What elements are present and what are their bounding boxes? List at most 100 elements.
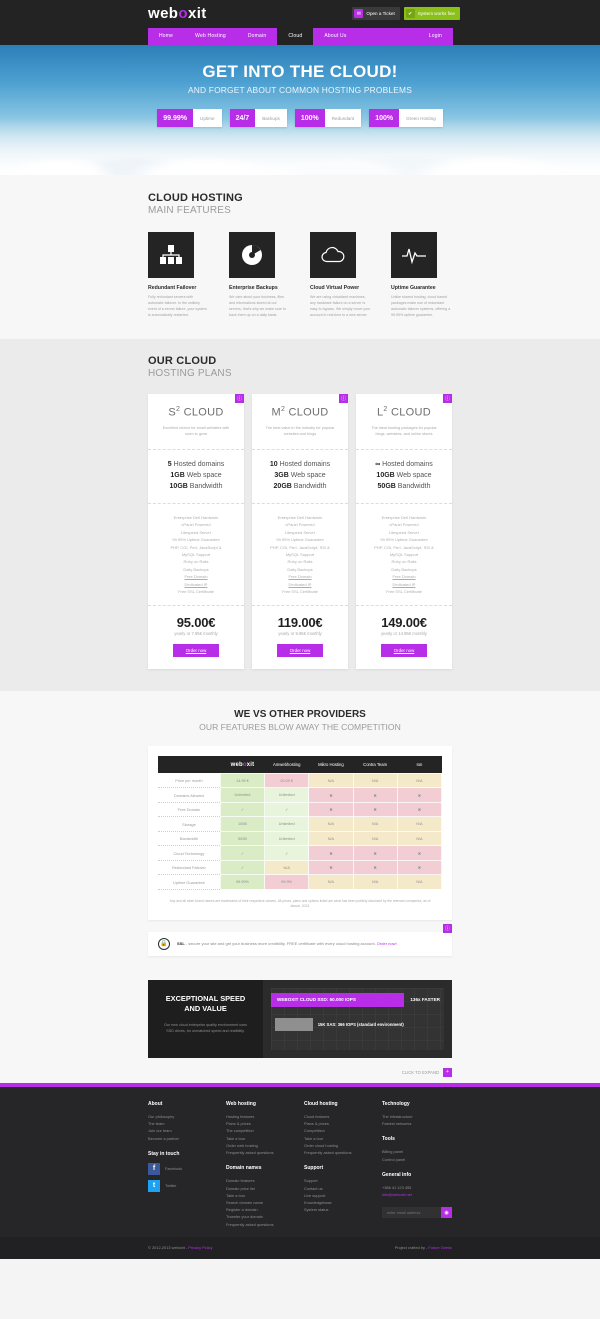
table-row: Uptime Guarantee 99.99% 99.9% N/A N/A N/A [158, 874, 443, 890]
system-status-button[interactable]: ✔ System works fine [403, 7, 460, 20]
nav-item-web-hosting[interactable]: Web Hosting [184, 28, 237, 45]
nav-item-home[interactable]: Home [148, 28, 184, 45]
footer-link[interactable]: Order cloud hosting [304, 1142, 366, 1149]
footer-link[interactable]: Billing panel [382, 1148, 452, 1155]
envelope-icon: ✉ [354, 9, 364, 18]
table-cell: ✓ [219, 801, 266, 818]
footer-link[interactable]: The infrastructure [382, 1113, 452, 1120]
row-label: Storage [158, 816, 221, 832]
footer-link[interactable]: Frequently asked questions [226, 1149, 288, 1156]
nav-item-login[interactable]: Login [418, 28, 453, 45]
open-ticket-label: Open a Ticket [366, 11, 395, 16]
footer-link[interactable]: Register a domain [226, 1206, 288, 1213]
footer-link[interactable]: Plans & prices [304, 1120, 366, 1127]
table-cell: N/A [396, 816, 443, 832]
footer-link[interactable]: Support [304, 1177, 366, 1184]
badge-green-hosting: 100% Green Hosting [369, 109, 443, 127]
footer-link[interactable]: System status [304, 1206, 366, 1213]
click-to-expand[interactable]: CLICK TO EXPAND + [148, 1058, 452, 1083]
footer-links-support: Support Contact us Live support Knowledgeba… [304, 1177, 366, 1213]
feature-cloud-virtual-power: Cloud Virtual Power We are using virtual… [310, 232, 371, 319]
footer-link[interactable]: The competition [226, 1127, 288, 1134]
top-bar: weboxit ✉ Open a Ticket ✔ System works f… [0, 0, 600, 28]
badge-value: 100% [369, 109, 400, 127]
lock-icon: 🔒 [158, 937, 170, 950]
table-cell: 500B [219, 830, 266, 847]
twitter-icon: t [148, 1179, 160, 1192]
order-now-button[interactable]: Order now [380, 644, 428, 658]
speed-panel: EXCEPTIONAL SPEED AND VALUE Our new cloud… [148, 979, 452, 1058]
features-title: CLOUD HOSTING [148, 192, 243, 204]
footer-link[interactable]: The team [148, 1120, 210, 1127]
table-cell: N/A [352, 830, 398, 847]
hero-subtitle: AND FORGET ABOUT COMMON HOSTING PROBLEMS [187, 85, 413, 95]
feature-title: Redundant Failover [148, 285, 197, 291]
footer-link[interactable]: Live support [304, 1192, 366, 1199]
info-icon[interactable]: ⓘ [235, 393, 244, 403]
row-label: Bandwidth [158, 831, 221, 847]
footer-link[interactable]: Join our team [148, 1127, 210, 1134]
footer-link[interactable]: Domain price list [226, 1185, 288, 1192]
nav-bar: Home Web Hosting Domain Cloud About Us L… [0, 28, 600, 45]
comparison-col-ion: Ion [397, 756, 442, 774]
bar-ssd: WEBOXIT CLOUD SSD: 50.000 IOPS [271, 992, 405, 1007]
footer-link[interactable]: Frequently asked questions [226, 1221, 288, 1228]
footer-link[interactable]: Knowledgebase [304, 1199, 366, 1206]
footer-heading-domain-names: Domain names [226, 1165, 262, 1172]
nav-item-cloud[interactable]: Cloud [277, 28, 314, 45]
order-now-button[interactable]: Order now [276, 644, 324, 658]
footer-link[interactable]: Our philosophy [148, 1113, 210, 1120]
plan-description: Excellent choice for small websites with… [162, 426, 230, 437]
footer-link[interactable]: Take a tour [226, 1135, 288, 1142]
footer-heading-stay-in-touch: Stay in touch [148, 1150, 180, 1157]
social-twitter[interactable]: t Twitter [148, 1179, 210, 1192]
logo-text-o: o [178, 5, 188, 22]
footer-link[interactable]: Take a tour [304, 1135, 366, 1142]
footer-link[interactable]: Competition [304, 1127, 366, 1134]
social-facebook[interactable]: f Facebook [148, 1162, 210, 1175]
newsletter-submit-button[interactable]: ◉ [441, 1207, 452, 1219]
order-now-button[interactable]: Order now [172, 644, 220, 658]
ssl-order-link[interactable]: Order now! [377, 941, 397, 946]
nav-item-about-us[interactable]: About Us [313, 28, 357, 45]
footer-link[interactable]: Plans & prices [226, 1120, 288, 1127]
footer-link[interactable]: Contact us [304, 1185, 366, 1192]
footer-link[interactable]: Domain features [226, 1177, 288, 1184]
row-label: Cloud Technology [158, 845, 221, 861]
info-icon[interactable]: ⓘ [339, 393, 348, 403]
site-logo[interactable]: weboxit [148, 5, 207, 22]
footer-link[interactable]: Order web hosting [226, 1142, 288, 1149]
bar-sas [275, 1017, 314, 1031]
footer-link[interactable]: Transfer your domain [226, 1213, 288, 1220]
feature-uptime-guarantee: Uptime Guarantee Unlike shared hosting, … [391, 232, 452, 319]
open-ticket-button[interactable]: ✉ Open a Ticket [352, 7, 400, 20]
table-cell: N/A [396, 830, 443, 847]
comparison-section: WE VS OTHER PROVIDERS OUR FEATURES BLOW … [0, 691, 600, 974]
privacy-policy-link[interactable]: Privacy Policy [188, 1245, 212, 1250]
footer-link[interactable]: Fastest networks [382, 1120, 452, 1127]
plus-icon[interactable]: + [443, 1067, 452, 1077]
info-icon[interactable]: ⓘ [443, 923, 452, 933]
hero-title: GET INTO THE CLOUD! [202, 62, 398, 81]
nav-item-domain[interactable]: Domain [237, 28, 277, 45]
footer-link[interactable]: Take a tour [226, 1192, 288, 1199]
footer-link[interactable]: Control panel [382, 1156, 452, 1163]
info-icon[interactable]: ⓘ [443, 393, 452, 403]
footer-link[interactable]: Become a partner [148, 1135, 210, 1142]
footer-heading-web-hosting: Web hosting [226, 1100, 256, 1107]
comparison-tbody: Price per month 14.95 €20.00 € N/A N/A N/A Do… [158, 772, 443, 890]
footer-link[interactable]: Frequently asked questions [304, 1149, 366, 1156]
speed-title: EXCEPTIONAL SPEED AND VALUE [161, 994, 250, 1014]
crafted-by-link[interactable]: Future Geeks [428, 1245, 452, 1250]
footer-phone[interactable]: +386 41 123 455 [382, 1184, 452, 1191]
footer-link[interactable]: Search domain name [226, 1199, 288, 1206]
ssl-banner: 🔒 SSL - secure your site and get your bu… [148, 923, 452, 956]
feature-text: We are using virtualized machines, any h… [310, 295, 371, 317]
footer-email[interactable]: info@weboxit.net [382, 1191, 452, 1198]
footer-link[interactable]: Cloud features [304, 1113, 366, 1120]
speed-title-line2: AND VALUE [184, 1003, 227, 1013]
table-cell: ✓ [264, 845, 310, 861]
table-cell: N/A [264, 859, 310, 876]
footer-link[interactable]: Hosting features [226, 1113, 288, 1120]
newsletter-input[interactable] [382, 1207, 441, 1219]
